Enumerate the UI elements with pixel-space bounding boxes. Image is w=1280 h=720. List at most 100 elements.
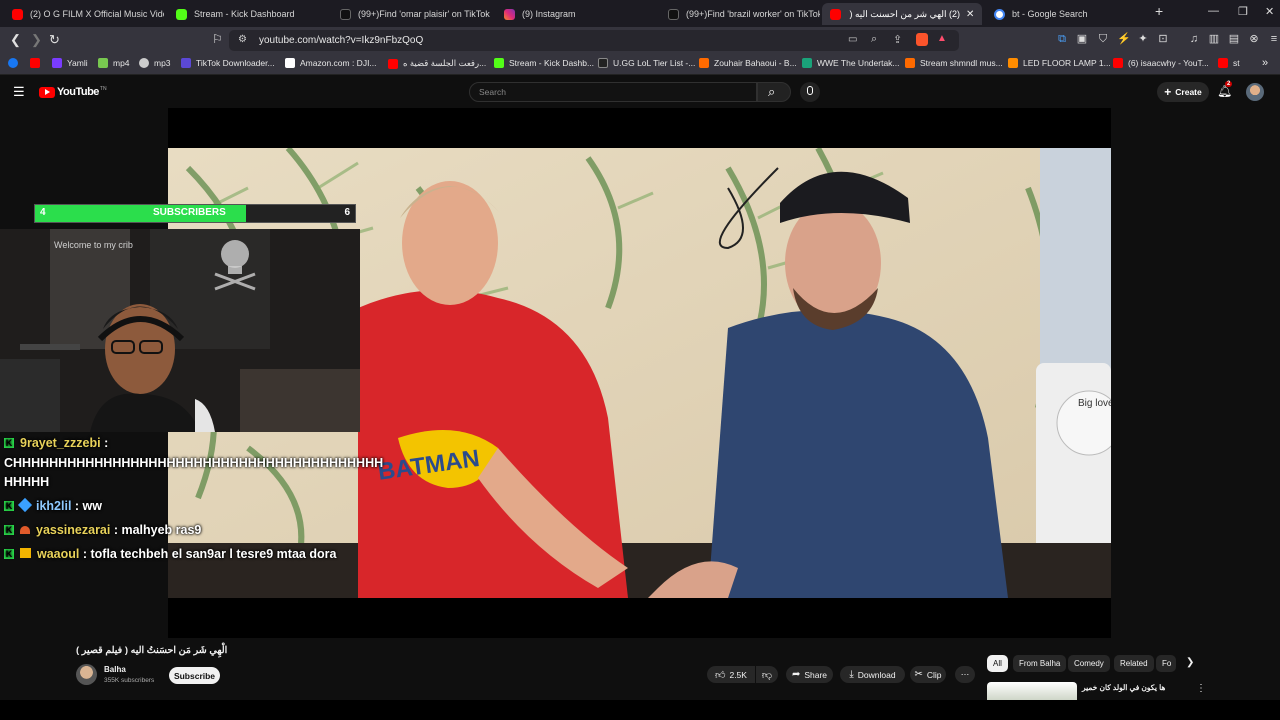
recommended-title[interactable]: ها يكون في الولد كان خمير: [1082, 683, 1165, 692]
youtube-icon: [1218, 58, 1228, 68]
bookmark-icon[interactable]: ⚐: [212, 32, 223, 46]
channel-name[interactable]: Balha: [104, 665, 126, 674]
restore-icon[interactable]: ❐: [1238, 5, 1248, 18]
menu-icon[interactable]: ≡: [1268, 33, 1280, 45]
bookmark-ugg[interactable]: U.GG LoL Tier List -...: [598, 58, 695, 68]
tab-tiktok-brazil[interactable]: (99+)Find 'brazil worker' on TikTok |: [660, 3, 820, 25]
chip-more[interactable]: Fo: [1156, 655, 1176, 672]
share-label: Share: [804, 669, 828, 680]
bookmark-arabic[interactable]: رفعت الجلسة قضية ه...: [388, 58, 486, 69]
recommended-thumbnail[interactable]: [987, 682, 1077, 700]
bookmark-label: Stream shmndl mus...: [920, 58, 1003, 68]
chip-all[interactable]: All: [987, 655, 1008, 672]
bookmark-facebook[interactable]: [8, 58, 23, 68]
voice-search-button[interactable]: [800, 82, 820, 102]
tab-google-search[interactable]: bt - Google Search: [986, 3, 1146, 25]
bookmark-label: U.GG LoL Tier List -...: [613, 58, 696, 68]
close-window-icon[interactable]: ✕: [1265, 5, 1274, 18]
chip-label: All: [993, 659, 1002, 668]
tab-tiktok-omar[interactable]: (99+)Find 'omar plaisir' on TikTok | T: [332, 3, 492, 25]
chip-from-balha[interactable]: From Balha: [1013, 655, 1067, 672]
youtube-logo[interactable]: YouTube TN: [39, 86, 107, 98]
create-button[interactable]: + Create: [1157, 82, 1209, 102]
chat-text: ww: [82, 499, 102, 513]
site-info-icon[interactable]: ⚙: [238, 34, 247, 45]
more-vertical-icon[interactable]: ⋮: [1196, 683, 1206, 694]
chat-separator: :: [71, 499, 83, 513]
hamburger-menu-icon[interactable]: ☰: [13, 84, 25, 100]
extension-icon[interactable]: ▣: [1076, 33, 1088, 45]
tab-og-film[interactable]: (2) O G FILM X Official Music Vidéo: [4, 3, 164, 25]
subscribe-button[interactable]: Subscribe: [169, 667, 220, 684]
bookmark-label: mp3: [154, 58, 171, 68]
minimize-icon[interactable]: —: [1208, 5, 1219, 17]
chip-comedy[interactable]: Comedy: [1068, 655, 1110, 672]
tiktok-favicon-icon: [340, 8, 351, 20]
bookmark-isaacwhy[interactable]: (6) isaacwhy - YouT...: [1113, 58, 1209, 68]
bookmark-kick[interactable]: Stream - Kick Dashb...: [494, 58, 594, 68]
bookmark-zouhair[interactable]: Zouhair Bahaoui - B...: [699, 58, 797, 68]
bookmark-mp4[interactable]: mp4: [98, 58, 130, 68]
brave-shield-icon[interactable]: [916, 33, 928, 46]
more-bookmarks-icon[interactable]: »: [1262, 57, 1268, 69]
logo-country: TN: [99, 86, 107, 92]
chat-text: malhyeb ras9: [121, 523, 202, 537]
reload-icon[interactable]: ↻: [49, 32, 60, 48]
wallet-icon[interactable]: ▤: [1228, 33, 1240, 45]
dislike-button[interactable]: 👎︎: [756, 666, 778, 683]
bookmark-youtube[interactable]: [30, 58, 45, 68]
channel-subscribers: 355K subscribers: [104, 677, 155, 684]
chevron-right-icon[interactable]: ❯: [1186, 657, 1194, 668]
share-page-icon[interactable]: ⇪: [893, 33, 902, 46]
more-actions-button[interactable]: ⋯: [955, 666, 975, 683]
cast-icon[interactable]: ▭: [848, 34, 857, 45]
notifications-button[interactable]: 🔔︎ 2: [1217, 81, 1233, 98]
chip-related[interactable]: Related: [1114, 655, 1154, 672]
tab-active-video[interactable]: (2) الهي شر من احسنت اليه ( فيلم ✕: [822, 3, 982, 25]
bookmark-amazon[interactable]: Amazon.com : DJI...: [285, 58, 377, 68]
translate-icon[interactable]: ⧉: [1056, 33, 1068, 45]
bookmark-label: LED FLOOR LAMP 1...: [1023, 58, 1111, 68]
download-button[interactable]: ⤓ Download: [840, 666, 905, 683]
back-arrow-icon[interactable]: ❮: [10, 32, 21, 48]
clip-button[interactable]: ✂ Clip: [910, 666, 946, 683]
address-bar[interactable]: ⚙ youtube.com/watch?v=Ikz9nFbzQoQ ▭ ⌕ ⇪ …: [229, 30, 959, 51]
kick-badge-icon: K: [4, 525, 14, 535]
forward-arrow-icon[interactable]: ❯: [31, 32, 42, 48]
youtube-icon: [388, 58, 398, 69]
tab-kick-dashboard[interactable]: Stream - Kick Dashboard: [168, 3, 328, 25]
new-tab-button[interactable]: +: [1155, 3, 1163, 19]
extension-icon[interactable]: ⚡: [1117, 33, 1131, 45]
chat-text: CHHHHHHHHHHHHHHHHHHHHHHHHHHHHHHHHHHHHHHH…: [4, 456, 384, 470]
sidebar-icon[interactable]: ▥: [1208, 33, 1220, 45]
search-button[interactable]: ⌕: [757, 82, 791, 102]
bookmark-tiktok-downloader[interactable]: TikTok Downloader...: [181, 58, 275, 68]
close-tab-icon[interactable]: ✕: [966, 9, 974, 20]
zoom-icon[interactable]: ⌕: [871, 33, 877, 46]
bookmark-mp3[interactable]: mp3: [139, 58, 171, 68]
adblock-icon[interactable]: ⛉: [1097, 33, 1109, 45]
bookmark-wwe[interactable]: WWE The Undertak...: [802, 58, 900, 68]
chat-separator: :: [100, 436, 109, 450]
music-icon[interactable]: ♫: [1188, 33, 1200, 45]
youtube-icon: [30, 58, 40, 68]
like-button[interactable]: 👍︎ 2.5K: [707, 666, 755, 683]
tab-instagram[interactable]: (9) Instagram: [496, 3, 656, 25]
bookmark-st[interactable]: st: [1218, 58, 1240, 68]
channel-avatar[interactable]: [76, 664, 97, 685]
bookmarks-bar: Yamli mp4 mp3 TikTok Downloader... Amazo…: [0, 54, 1280, 75]
avatar[interactable]: [1246, 83, 1264, 101]
share-button[interactable]: ➦ Share: [786, 666, 833, 683]
bookmark-stream[interactable]: Stream shmndl mus...: [905, 58, 1003, 68]
site-icon: [699, 58, 709, 68]
instagram-favicon-icon: [504, 8, 515, 20]
bookmark-yamli[interactable]: Yamli: [52, 58, 88, 68]
chat-username: 9rayet_zzzebi: [20, 436, 101, 450]
bookmark-lamp[interactable]: LED FLOOR LAMP 1...: [1008, 58, 1111, 68]
screenshot-icon[interactable]: ⊡: [1157, 33, 1169, 45]
puzzle-icon[interactable]: ✦: [1137, 33, 1149, 45]
search-input[interactable]: Search: [469, 82, 757, 102]
brave-rewards-icon[interactable]: ▲: [937, 33, 947, 44]
url-text[interactable]: youtube.com/watch?v=Ikz9nFbzQoQ: [259, 35, 423, 46]
vpn-icon[interactable]: ⊗: [1248, 33, 1260, 45]
